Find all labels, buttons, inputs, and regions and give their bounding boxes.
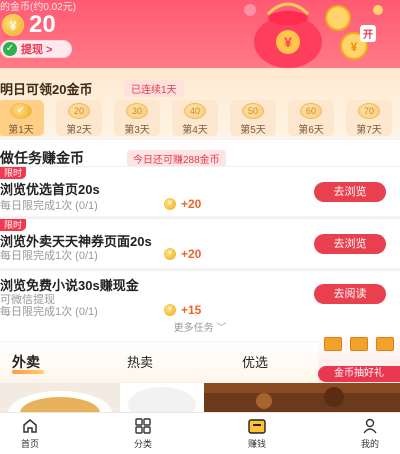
task-reward: ¥ +20 — [164, 247, 201, 261]
checkin-day-1[interactable]: ✓ 第1天 — [0, 100, 44, 136]
nav-category[interactable]: 分类 — [113, 416, 173, 450]
checkin-title: 明日可领20金币 — [0, 82, 93, 97]
gift-icon — [350, 337, 368, 351]
checkin-day-label: 第1天 — [8, 125, 34, 136]
checkin-days: ✓ 第1天 20 第2天 30 第3天 40 第4天 50 第5天 60 第6天… — [0, 100, 400, 136]
coin-icon: ¥ — [164, 198, 176, 210]
tasks-title: 做任务赚金币 — [0, 150, 84, 166]
checkin-day-label: 第5天 — [240, 125, 266, 136]
task-desc-limit: 每日限完成1次 (0/1) — [0, 306, 98, 318]
task-reward: ¥ +15 — [164, 303, 201, 317]
lottery-label[interactable]: 金币抽好礼 — [318, 366, 400, 382]
checkin-day-label: 第6天 — [298, 125, 324, 136]
tab-takeout[interactable]: 外卖 — [12, 352, 40, 372]
checkin-day-label: 第4天 — [182, 125, 208, 136]
checkin-day-5[interactable]: 50 第5天 — [230, 100, 276, 136]
coin-icon: ¥ — [164, 304, 176, 316]
coin-amount: 20 — [29, 11, 56, 38]
rice-image[interactable] — [122, 383, 202, 412]
task-desc: 每日限完成1次 (0/1) — [0, 250, 98, 262]
gift-icon — [376, 337, 394, 351]
checkin-day-coin: 50 — [242, 103, 264, 119]
tasks-badge: 今日还可赚288金币 — [127, 150, 226, 167]
reward-amount: +20 — [181, 247, 202, 261]
product-preview — [0, 383, 400, 412]
open-tag[interactable]: 开 — [360, 25, 376, 42]
checkin-day-2[interactable]: 20 第2天 — [56, 100, 102, 136]
checkin-day-label: 第3天 — [124, 125, 150, 136]
task-desc: 每日限完成1次 (0/1) — [0, 200, 98, 212]
check-icon: ✓ — [3, 42, 17, 56]
withdraw-button[interactable]: ✓ 提现 > — [0, 40, 72, 58]
nav-label: 首页 — [20, 439, 39, 449]
checkin-day-6[interactable]: 60 第6天 — [288, 100, 334, 136]
streak-badge: 已连续1天 — [124, 80, 184, 97]
nav-label: 我的 — [360, 439, 379, 449]
limited-tag: 限时 — [0, 219, 27, 231]
user-icon — [340, 416, 400, 436]
checkin-day-label: 第7天 — [356, 125, 382, 136]
task-item: 浏览免费小说30s赚现金 可微信提现 每日限完成1次 (0/1) ¥ +15 去… — [0, 270, 400, 319]
svg-text:¥: ¥ — [351, 40, 358, 54]
coin-icon: ¥ — [164, 248, 176, 260]
nav-label: 分类 — [133, 439, 152, 449]
checkin-day-3[interactable]: 30 第3天 — [114, 100, 160, 136]
browse-button[interactable]: 去浏览 — [314, 182, 386, 202]
nav-label: 赚钱 — [247, 439, 266, 449]
coin-balance: ¥ 20 — [2, 11, 56, 39]
gift-icon — [324, 337, 342, 351]
reward-amount: +20 — [181, 197, 202, 211]
checkin-day-coin: 70 — [358, 103, 380, 119]
active-tab-underline — [12, 370, 44, 374]
checkin-day-7[interactable]: 70 第7天 — [346, 100, 392, 136]
checkin-day-coin: 20 — [68, 103, 90, 119]
reward-amount: +15 — [181, 303, 202, 317]
withdraw-label: 提现 > — [21, 44, 53, 56]
limited-tag: 限时 — [0, 167, 27, 179]
soup-image[interactable] — [0, 383, 120, 412]
checkin-day-label: 第2天 — [66, 125, 92, 136]
tab-hot-sale[interactable]: 热卖 — [127, 352, 153, 371]
bottom-nav: 首页 分类 赚钱 我的 — [0, 412, 400, 454]
nav-mine[interactable]: 我的 — [340, 416, 400, 450]
task-reward: ¥ +20 — [164, 197, 201, 211]
checkin-day-coin: ✓ — [10, 103, 32, 119]
daily-checkin: 明日可领20金币 已连续1天 ✓ 第1天 20 第2天 30 第3天 40 第4… — [0, 68, 400, 138]
svg-text:¥: ¥ — [284, 34, 292, 50]
checkin-day-coin: 30 — [126, 103, 148, 119]
checkin-day-coin: 40 — [184, 103, 206, 119]
wallet-icon — [227, 416, 287, 436]
browse-button[interactable]: 去浏览 — [314, 234, 386, 254]
read-button[interactable]: 去阅读 — [314, 284, 386, 304]
nav-home[interactable]: 首页 — [0, 416, 60, 450]
coin-icon: ¥ — [2, 14, 24, 36]
task-item: 限时 浏览优选首页20s 每日限完成1次 (0/1) ¥ +20 去浏览 — [0, 166, 400, 216]
nav-earn[interactable]: 赚钱 — [227, 416, 287, 450]
home-icon — [0, 416, 60, 436]
checkin-day-coin: 60 — [300, 103, 322, 119]
checkin-day-4[interactable]: 40 第4天 — [172, 100, 218, 136]
task-title: 浏览优选首页20s — [0, 182, 100, 197]
grid-icon — [113, 416, 173, 436]
task-item: 限时 浏览外卖天天神券页面20s 每日限完成1次 (0/1) ¥ +20 去浏览 — [0, 218, 400, 268]
dish-image[interactable] — [204, 383, 400, 412]
tab-selection[interactable]: 优选 — [242, 352, 268, 371]
earnings-header: 的金币(约0.02元) ¥ 20 ✓ 提现 > ¥ ¥ 开 — [0, 0, 400, 68]
